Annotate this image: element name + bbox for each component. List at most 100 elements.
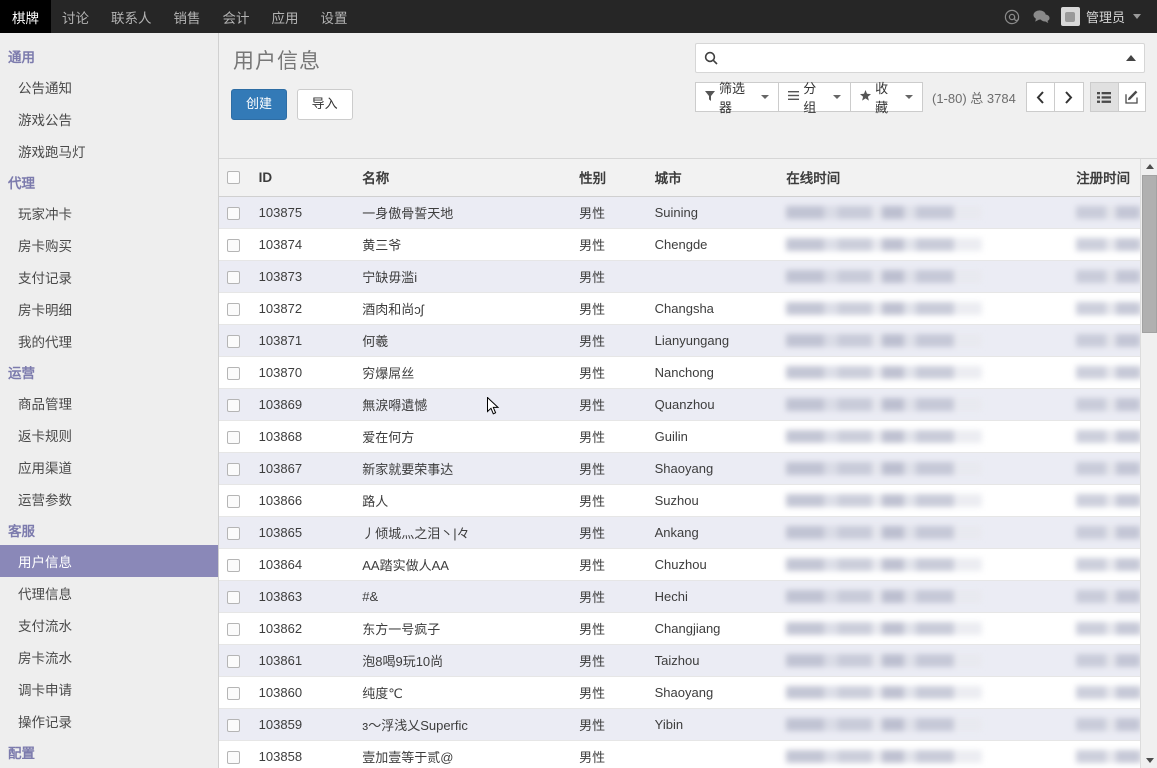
table-row[interactable]: 103874黄三爷男性Chengde17时10分01秒 <box>219 228 1157 261</box>
vertical-scrollbar[interactable] <box>1140 159 1157 768</box>
cell-gender: 男性 <box>571 196 647 229</box>
row-checkbox[interactable] <box>227 367 240 381</box>
row-checkbox[interactable] <box>227 239 240 253</box>
nav-item-apps[interactable]: 应用 <box>261 0 310 33</box>
redacted-online-time <box>786 366 983 379</box>
column-header-name[interactable]: 名称 <box>354 159 572 197</box>
import-button[interactable]: 导入 <box>296 89 353 120</box>
sidebar-item[interactable]: 支付记录 <box>0 261 218 293</box>
search-input[interactable] <box>724 49 1126 67</box>
row-checkbox[interactable] <box>227 399 240 413</box>
nav-item-contacts[interactable]: 联系人 <box>100 0 163 33</box>
form-view-button[interactable] <box>1117 82 1146 112</box>
redacted-online-time <box>786 238 983 251</box>
table-row[interactable]: 103859ɜ〜浮浅乂Superfic男性Yibin16时58分00秒 <box>219 708 1157 741</box>
row-checkbox[interactable] <box>227 495 240 509</box>
column-header-gender[interactable]: 性别 <box>571 159 647 197</box>
table-row[interactable]: 103862东方一号疯子男性Changjiang16时59分33秒 <box>219 612 1157 645</box>
row-checkbox[interactable] <box>227 591 240 605</box>
chat-icon[interactable] <box>1027 0 1057 33</box>
groupby-button[interactable]: 分组 <box>778 81 852 115</box>
table-row[interactable]: 103875一身傲骨誓天地男性Suining17时10分34秒 <box>219 196 1157 229</box>
table-row[interactable]: 103864AA踏实做人AA男性Chuzhou17时01分13秒 <box>219 548 1157 581</box>
list-view-button[interactable] <box>1090 82 1119 112</box>
table-row[interactable]: 103873宁缺毋滥i男性17时07分04秒 <box>219 260 1157 293</box>
cell-id: 103861 <box>250 644 355 677</box>
select-all-header <box>219 159 251 197</box>
cell-online-time <box>778 228 1069 261</box>
sidebar-item[interactable]: 游戏公告 <box>0 103 218 135</box>
row-checkbox[interactable] <box>227 751 240 765</box>
row-checkbox[interactable] <box>227 463 240 477</box>
filters-button[interactable]: 筛选器 <box>695 81 780 115</box>
row-checkbox[interactable] <box>227 207 240 221</box>
sidebar-item[interactable]: 玩家冲卡 <box>0 197 218 229</box>
sidebar-item[interactable]: 游戏跑马灯 <box>0 135 218 167</box>
table-row[interactable]: 103858壹加壹等于贰@男性16时58分00秒 <box>219 740 1157 768</box>
column-header-id[interactable]: ID <box>250 159 355 197</box>
sidebar-item[interactable]: 商品管理 <box>0 387 218 419</box>
sidebar-item[interactable]: 支付流水 <box>0 609 218 641</box>
table-row[interactable]: 103870穷爆屌丝男性Nanchong17时05分28秒 <box>219 356 1157 389</box>
create-button[interactable]: 创建 <box>231 89 288 120</box>
next-page-button[interactable] <box>1054 82 1084 112</box>
sidebar-section-title: 运营 <box>8 366 35 381</box>
row-checkbox[interactable] <box>227 335 240 349</box>
at-icon[interactable] <box>997 0 1027 33</box>
table-row[interactable]: 103866路人男性Suzhou17时02分12秒 <box>219 484 1157 517</box>
table-row[interactable]: 103861泡8喝9玩10尚男性Taizhou16时59分16秒 <box>219 644 1157 677</box>
table-row[interactable]: 103872酒肉和尚ɔʃ男性Changsha17时06分44秒 <box>219 292 1157 325</box>
previous-page-button[interactable] <box>1025 82 1056 112</box>
sidebar-item[interactable]: 调卡申请 <box>0 673 218 705</box>
sidebar-item[interactable]: 用户信息 <box>0 545 218 577</box>
sidebar-item[interactable]: 公告通知 <box>0 71 218 103</box>
row-checkbox[interactable] <box>227 655 240 669</box>
row-checkbox[interactable] <box>227 271 240 285</box>
column-header-city[interactable]: 城市 <box>646 159 779 197</box>
row-checkbox[interactable] <box>227 431 240 445</box>
row-checkbox[interactable] <box>227 559 240 573</box>
sidebar-item[interactable]: 操作记录 <box>0 705 218 737</box>
row-checkbox[interactable] <box>227 719 240 733</box>
row-checkbox[interactable] <box>227 527 240 541</box>
sidebar-item[interactable]: 房卡流水 <box>0 641 218 673</box>
table-row[interactable]: 103868爱在何方男性Guilin17时03分39秒 <box>219 420 1157 453</box>
brand-logo[interactable]: 棋牌 <box>0 0 51 33</box>
sidebar-item[interactable]: 返卡规则 <box>0 419 218 451</box>
cell-id: 103868 <box>250 420 355 453</box>
nav-item-sales[interactable]: 销售 <box>163 0 212 33</box>
table-row[interactable]: 103860纯度℃男性Shaoyang16时58分17秒 <box>219 676 1157 709</box>
row-checkbox[interactable] <box>227 687 240 701</box>
table-row[interactable]: 103863#&男性Hechi17时00分54秒 <box>219 580 1157 613</box>
table-row[interactable]: 103871何羲男性Lianyungang17时05分37秒 <box>219 324 1157 357</box>
row-checkbox[interactable] <box>227 303 240 317</box>
sidebar-item[interactable]: 运营参数 <box>0 483 218 515</box>
cell-id: 103871 <box>250 324 355 357</box>
table-row[interactable]: 103865丿倾城灬之泪丶|々男性Ankang17时02分03秒 <box>219 516 1157 549</box>
row-checkbox[interactable] <box>227 623 240 637</box>
scroll-up-icon[interactable] <box>1141 159 1157 174</box>
sidebar-item[interactable]: 房卡购买 <box>0 229 218 261</box>
caret-up-icon[interactable] <box>1126 55 1136 61</box>
sidebar-item[interactable]: 房卡明细 <box>0 293 218 325</box>
nav-item-accounting[interactable]: 会计 <box>212 0 261 33</box>
nav-item-discuss[interactable]: 讨论 <box>51 0 100 33</box>
top-navbar: 棋牌 讨论 联系人 销售 会计 应用 设置 管理员 <box>0 0 1157 33</box>
sidebar-item[interactable]: 应用渠道 <box>0 451 218 483</box>
control-panel: 用户信息 创建 导入 筛选器 分组 收藏 (1-80) 总 3784 <box>219 33 1157 158</box>
column-header-online-time[interactable]: 在线时间 <box>778 159 1069 197</box>
row-select-cell <box>219 324 251 357</box>
favorites-button[interactable]: 收藏 <box>850 81 923 115</box>
scrollbar-thumb[interactable] <box>1142 175 1157 333</box>
select-all-checkbox[interactable] <box>227 171 240 185</box>
row-select-cell <box>219 228 251 261</box>
user-menu[interactable]: 管理员 <box>1057 7 1147 26</box>
search-bar[interactable] <box>695 43 1145 73</box>
sidebar-item[interactable]: 代理信息 <box>0 577 218 609</box>
sidebar-item[interactable]: 我的代理 <box>0 325 218 357</box>
table-row[interactable]: 103867新家就要荣事达男性Shaoyang17时03分11秒 <box>219 452 1157 485</box>
cell-city: Shaoyang <box>646 452 779 485</box>
table-row[interactable]: 103869無涙嘚遺憾男性Quanzhou17时03分51秒 <box>219 388 1157 421</box>
scroll-down-icon[interactable] <box>1141 753 1157 768</box>
nav-item-settings[interactable]: 设置 <box>310 0 359 33</box>
